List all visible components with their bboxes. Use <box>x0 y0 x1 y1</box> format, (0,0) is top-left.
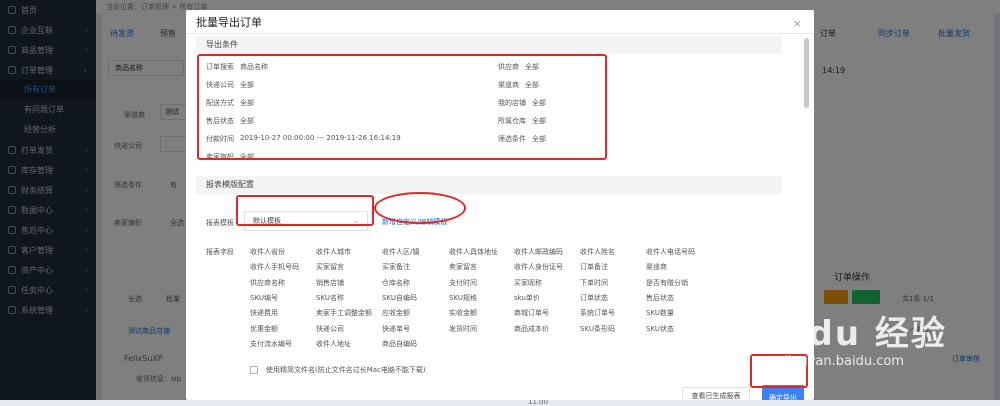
watermark-url: jingyan.baidu.com <box>784 354 904 369</box>
report-field: 收件人区/镇 <box>382 248 420 256</box>
report-field: 卖家手工调整金额 <box>316 309 372 318</box>
report-field: 渠道商 <box>646 263 667 272</box>
short-filename-checkbox[interactable] <box>250 366 258 374</box>
view-reports-button[interactable]: 查看已生成报表 <box>682 387 750 400</box>
template-label: 报表模板 <box>206 219 234 227</box>
short-filename-option[interactable]: 使用精简文件名(防止文件名过长Mac电脑不能下载) <box>250 365 426 375</box>
report-field: 快递单号 <box>382 324 410 333</box>
dialog-scrollbar[interactable] <box>804 38 809 108</box>
report-field: 收件人城市 <box>316 248 351 256</box>
report-field: 售后状态 <box>646 293 674 302</box>
report-field: 收件人手机号码 <box>250 263 299 272</box>
report-field: SKU状态 <box>646 324 674 333</box>
section-export-conditions: 导出条件 <box>196 36 782 54</box>
report-field: 订单状态 <box>580 293 608 302</box>
report-field: 仓库名称 <box>382 278 410 287</box>
report-field: 买家备注 <box>382 263 410 272</box>
highlight-template-link <box>374 192 466 224</box>
highlight-template-select <box>236 195 374 226</box>
report-field: SKU规格 <box>449 293 477 302</box>
report-field: 支付流水编号 <box>250 339 292 348</box>
watermark-text: Baidu 经验 <box>742 314 947 354</box>
report-field: 收件人地址 <box>316 339 351 348</box>
dialog-title: 批量导出订单 <box>196 15 262 29</box>
report-field: SKU数量 <box>646 309 674 318</box>
report-field: 买家昵称 <box>514 278 542 287</box>
report-field: SKU自编码 <box>382 293 417 302</box>
report-field: 商城订单号 <box>514 309 549 318</box>
report-field: 应收金额 <box>382 309 410 318</box>
report-field: 快递公司 <box>316 324 344 333</box>
report-field: 收件人邮政编码 <box>514 248 563 256</box>
report-field: 快递费用 <box>250 309 278 318</box>
dialog-header: 批量导出订单 × <box>186 10 814 34</box>
report-field: 发货时间 <box>449 324 477 333</box>
highlight-conditions <box>197 54 607 160</box>
report-field: SKU名称 <box>316 293 344 302</box>
section-template-config: 报表模版配置 <box>196 176 782 194</box>
report-field: 卖家留言 <box>449 263 477 272</box>
report-field: 供应商名称 <box>250 278 285 287</box>
short-filename-label: 使用精简文件名(防止文件名过长Mac电脑不能下载) <box>266 366 426 374</box>
report-field: 收件人省份 <box>250 248 285 256</box>
report-field: 销售店铺 <box>316 278 344 287</box>
report-field: 是否有赠分销 <box>646 278 688 287</box>
report-field: 收件人电话号码 <box>646 248 695 256</box>
report-field: 下单时间 <box>580 278 608 287</box>
report-field: 商品自编码 <box>382 339 417 348</box>
baidu-watermark: Baidu 经验 jingyan.baidu.com <box>742 298 1000 388</box>
report-field: SKU条形码 <box>580 324 615 333</box>
report-field: 优惠金额 <box>250 324 278 333</box>
report-field: 商品成本价 <box>514 324 549 333</box>
report-field: 收件人姓名 <box>580 248 615 256</box>
report-field: SKU编号 <box>250 293 278 302</box>
report-field: 支付时间 <box>449 278 477 287</box>
report-field: sku单价 <box>514 293 540 302</box>
report-field: 收件人具体地址 <box>449 248 498 256</box>
report-field: 订单备注 <box>580 263 608 272</box>
report-field: 买家留言 <box>316 263 344 272</box>
fields-label: 报表字段 <box>206 248 234 256</box>
report-field: 系统订单号 <box>580 309 615 318</box>
report-field: 实收金额 <box>449 309 477 318</box>
report-field: 收件人身份证号 <box>514 263 563 272</box>
close-icon[interactable]: × <box>793 17 802 30</box>
